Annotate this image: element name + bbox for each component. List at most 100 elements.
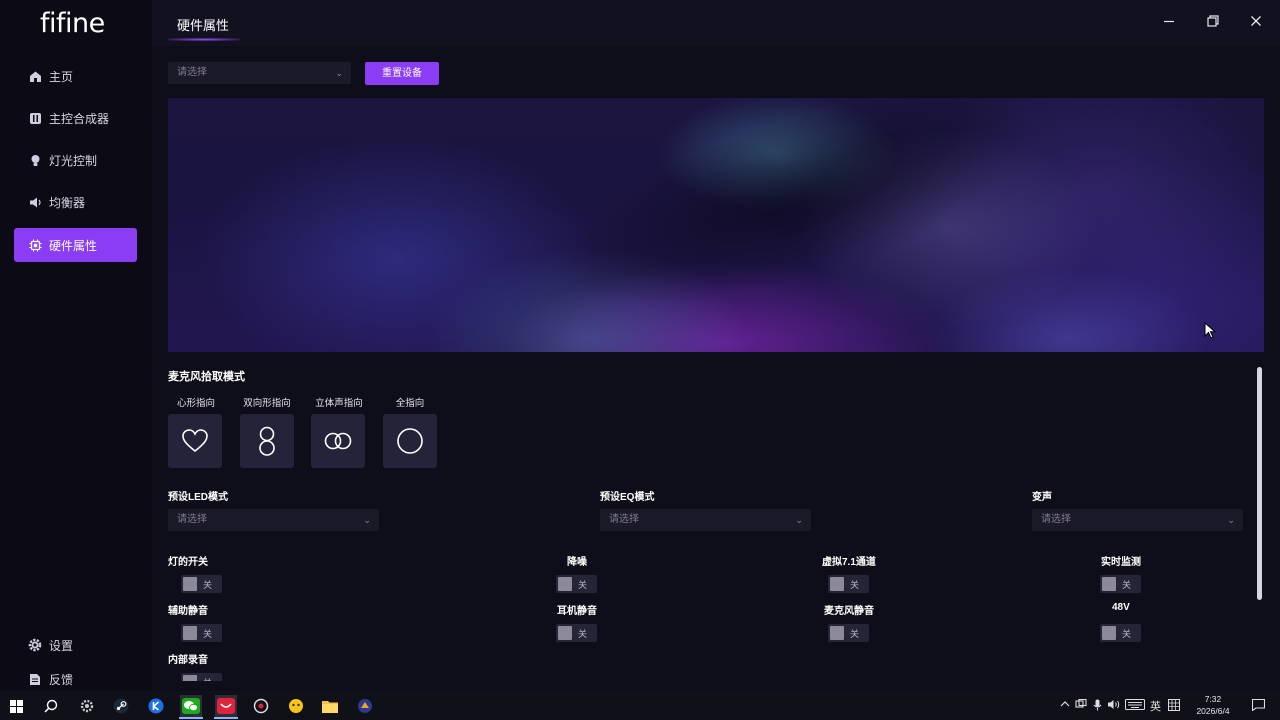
mixer-icon bbox=[28, 111, 42, 125]
restore-button[interactable] bbox=[1205, 14, 1221, 30]
internal-recording-clip: 关 bbox=[181, 673, 222, 681]
headphone-mute-label: 耳机静音 bbox=[557, 606, 597, 617]
recorder-icon bbox=[253, 698, 269, 714]
toggle-state: 关 bbox=[203, 580, 213, 590]
device-select[interactable]: 请选择 ⌄ bbox=[168, 62, 351, 84]
tray-expand-icon[interactable] bbox=[1060, 699, 1070, 712]
taskbar-game-app[interactable] bbox=[354, 695, 376, 717]
voice-change-placeholder: 请选择 bbox=[1041, 514, 1071, 525]
taskbar-clock[interactable]: 7:32 2026/6/4 bbox=[1192, 693, 1234, 717]
live-monitor-toggle[interactable]: 关 bbox=[1100, 575, 1141, 593]
start-button[interactable] bbox=[5, 695, 27, 717]
minimize-icon bbox=[1164, 20, 1174, 23]
calendar-grid-icon[interactable] bbox=[1168, 699, 1180, 714]
bubble-icon bbox=[289, 699, 303, 713]
page-title: 硬件属性 bbox=[177, 18, 230, 33]
k-app-icon bbox=[148, 698, 164, 714]
pattern-label-bidirectional: 双向形指向 bbox=[243, 398, 291, 409]
eq-mode-select[interactable]: 请选择 ⌄ bbox=[600, 509, 811, 531]
internal-recording-toggle[interactable]: 关 bbox=[181, 673, 222, 681]
voice-change-label: 变声 bbox=[1032, 492, 1052, 503]
led-mode-label: 预设LED模式 bbox=[168, 492, 228, 503]
active-app-indicator bbox=[179, 717, 203, 719]
taskbar-recorder-app[interactable] bbox=[250, 695, 272, 717]
virtual-71-label: 虚拟7.1通道 bbox=[822, 557, 876, 568]
sidebar-item-label: 设置 bbox=[49, 638, 74, 653]
cog-icon bbox=[80, 699, 94, 713]
minimize-button[interactable] bbox=[1161, 14, 1177, 30]
phantom-48v-toggle[interactable]: 关 bbox=[1100, 624, 1141, 642]
microphone-icon[interactable] bbox=[1093, 699, 1102, 714]
wechat-icon bbox=[182, 698, 200, 714]
chevron-down-icon: ⌄ bbox=[795, 515, 803, 525]
chip-icon bbox=[28, 238, 42, 252]
ime-indicator[interactable]: 英 bbox=[1150, 698, 1161, 714]
search-button[interactable] bbox=[40, 695, 62, 717]
steam-icon bbox=[113, 698, 129, 714]
pattern-label-stereo: 立体声指向 bbox=[315, 398, 363, 409]
restore-icon bbox=[1207, 15, 1219, 27]
sidebar-item-feedback[interactable]: 反馈 bbox=[14, 667, 137, 691]
taskbar-settings-app[interactable] bbox=[76, 695, 98, 717]
virtual-71-toggle[interactable]: 关 bbox=[828, 575, 869, 593]
pattern-bidirectional-button[interactable] bbox=[240, 414, 294, 468]
chevron-down-icon: ⌄ bbox=[1227, 515, 1235, 525]
chevron-down-icon: ⌄ bbox=[363, 515, 371, 525]
toggle-state: 关 bbox=[578, 629, 588, 639]
sidebar-item-mixer[interactable]: 主控合成器 bbox=[14, 101, 137, 135]
noise-reduction-toggle[interactable]: 关 bbox=[556, 575, 597, 593]
sidebar-item-home[interactable]: 主页 bbox=[14, 59, 137, 93]
taskbar-wechat-app[interactable] bbox=[180, 695, 202, 717]
pattern-stereo-button[interactable] bbox=[311, 414, 365, 468]
sidebar-item-label: 主页 bbox=[49, 69, 74, 84]
content-scrollbar[interactable] bbox=[1257, 367, 1262, 600]
sidebar-item-hardware[interactable]: 硬件属性 bbox=[14, 228, 137, 262]
app-logo: fifine bbox=[40, 8, 105, 39]
clock-time: 7:32 bbox=[1204, 694, 1222, 704]
taskbar-file-explorer[interactable] bbox=[319, 695, 341, 717]
voice-change-select[interactable]: 请选择 ⌄ bbox=[1032, 509, 1243, 531]
windows-icon bbox=[9, 699, 23, 713]
keyboard-icon[interactable] bbox=[1125, 699, 1145, 713]
toggle-state: 关 bbox=[1122, 580, 1132, 590]
taskbar-k-app[interactable] bbox=[145, 695, 167, 717]
sidebar-item-equalizer[interactable]: 均衡器 bbox=[14, 185, 137, 219]
mic-mute-toggle[interactable]: 关 bbox=[828, 624, 869, 642]
phantom-48v-label: 48V bbox=[1112, 602, 1130, 613]
fifine-app-icon bbox=[217, 698, 235, 714]
search-icon bbox=[44, 699, 58, 713]
toggle-state: 关 bbox=[578, 580, 588, 590]
header-bar: 硬件属性 bbox=[152, 0, 1280, 46]
light-switch-toggle[interactable]: 关 bbox=[181, 575, 222, 593]
volume-icon[interactable] bbox=[1107, 699, 1120, 713]
gear-icon bbox=[28, 638, 42, 652]
sidebar-item-lighting[interactable]: 灯光控制 bbox=[14, 143, 137, 177]
eq-mode-placeholder: 请选择 bbox=[609, 514, 639, 525]
aux-mute-toggle[interactable]: 关 bbox=[181, 624, 222, 642]
pattern-cardioid-button[interactable] bbox=[168, 414, 222, 468]
pattern-omni-button[interactable] bbox=[383, 414, 437, 468]
home-icon bbox=[28, 69, 42, 83]
reset-device-button[interactable]: 重置设备 bbox=[365, 62, 439, 85]
network-icon[interactable] bbox=[1075, 698, 1087, 713]
led-mode-select[interactable]: 请选择 ⌄ bbox=[168, 509, 379, 531]
speaker-icon bbox=[28, 195, 42, 209]
active-app-indicator bbox=[214, 717, 238, 719]
sidebar-item-label: 反馈 bbox=[49, 672, 74, 687]
toggle-state: 关 bbox=[203, 676, 212, 681]
sidebar-item-settings[interactable]: 设置 bbox=[14, 628, 137, 662]
led-mode-placeholder: 请选择 bbox=[177, 514, 207, 525]
heart-icon bbox=[182, 429, 208, 453]
taskbar-chat-app[interactable] bbox=[285, 695, 307, 717]
taskbar-steam-app[interactable] bbox=[110, 695, 132, 717]
notification-icon[interactable] bbox=[1251, 698, 1266, 714]
sidebar: fifine 主页 主控合成器 灯光控制 均衡器 硬件属性 设置 反馈 bbox=[0, 0, 152, 691]
sidebar-item-label: 灯光控制 bbox=[49, 153, 98, 168]
live-monitor-label: 实时监测 bbox=[1101, 557, 1141, 568]
close-icon bbox=[1251, 16, 1261, 26]
headphone-mute-toggle[interactable]: 关 bbox=[556, 624, 597, 642]
circle-icon bbox=[397, 428, 423, 454]
taskbar-fifine-app[interactable] bbox=[215, 695, 237, 717]
close-button[interactable] bbox=[1248, 14, 1264, 30]
stereo-icon bbox=[324, 432, 352, 450]
